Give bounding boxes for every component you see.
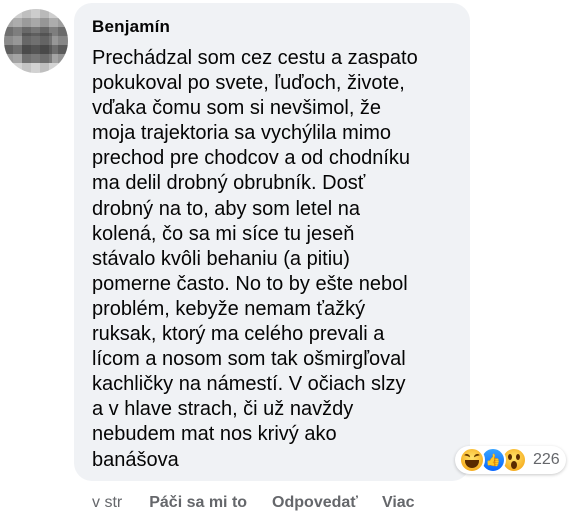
reaction-count: 226: [533, 451, 560, 468]
comment-text-line: lícom a nosom som tak ošmirgľoval: [92, 348, 406, 371]
avatar[interactable]: [4, 9, 68, 73]
comment-actions: v str Páči sa mi to Odpovedať Viac: [92, 492, 415, 514]
like-button[interactable]: Páči sa mi to: [149, 494, 247, 512]
comment-timestamp[interactable]: v str: [92, 494, 122, 512]
avatar-blur-shade: [22, 33, 52, 63]
haha-icon: [459, 447, 485, 473]
reactions-summary[interactable]: 👍 226: [455, 446, 566, 474]
comment-text-line: kolená, čo sa mi síce tu jeseň: [92, 222, 355, 245]
comment-text-line: stávalo kvôli behaniu (a pitiu): [92, 247, 350, 270]
more-button[interactable]: Viac: [382, 494, 415, 512]
comment-text: Prechádzal som cez cestu a zaspato pokuk…: [92, 46, 464, 473]
comment-text-line: vďaka čomu som si nevšimol, že: [92, 97, 382, 120]
comment-text-line: pomerne často. No to by ešte nebol: [92, 272, 408, 295]
comment-text-line: kachličky na námestí. V očiach slzy: [92, 373, 406, 396]
comment-text-line: Prechádzal som cez cestu a zaspato: [92, 47, 418, 69]
reply-button[interactable]: Odpovedať: [272, 494, 358, 512]
comment-text-line: prechod pre chodcov a od chodníku: [92, 147, 410, 170]
comment-text-line: nebudem mat nos krivý ako: [92, 423, 337, 446]
comment-text-line: a v hlave strach, či už navždy: [92, 398, 354, 421]
comment-text-line: banášova: [92, 448, 179, 471]
comment-text-line: problém, kebyže nemam ťažký: [92, 297, 366, 320]
comment-author[interactable]: Benjamín: [92, 17, 170, 37]
comment-text-line: pokukoval po svete, ľuďoch, živote,: [92, 72, 405, 95]
comment-text-line: ma delil drobný obrubník. Dosť: [92, 172, 366, 195]
comment-text-line: moja trajektoria sa vychýlila mimo: [92, 122, 391, 145]
comment-text-line: drobný na to, aby som letel na: [92, 197, 360, 220]
comment-text-line: ruksak, ktorý ma celého prevali a: [92, 323, 385, 346]
